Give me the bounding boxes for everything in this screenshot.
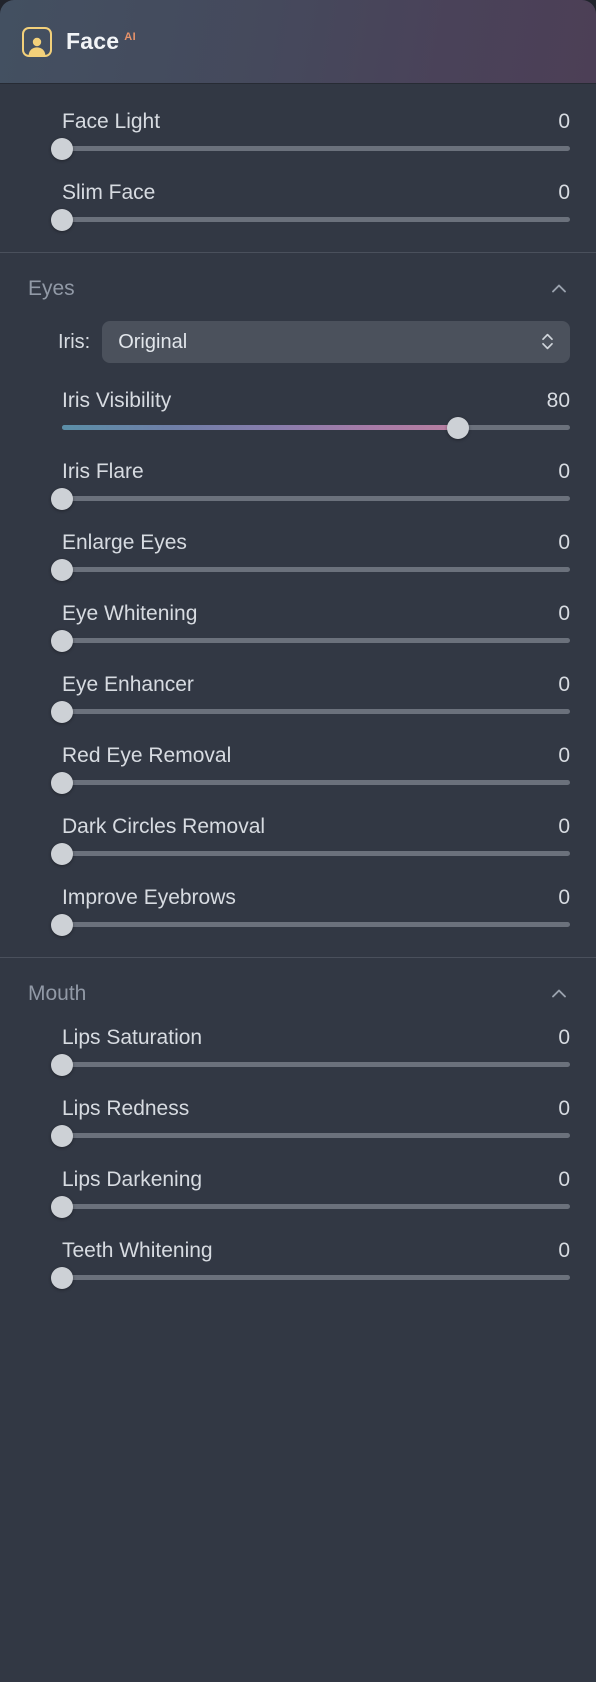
slider-label: Slim Face — [62, 181, 156, 204]
section-header-eyes[interactable]: Eyes — [0, 253, 596, 321]
face-edit-panel: Face AI Face Light 0 Slim Face 0 Eyes Ir… — [0, 0, 596, 1682]
page-title: Face AI — [66, 28, 136, 55]
slider-track[interactable] — [51, 700, 570, 723]
slider-thumb[interactable] — [51, 771, 73, 794]
slider-value: 0 — [558, 1168, 570, 1191]
chevron-up-icon[interactable] — [548, 983, 570, 1005]
iris-select[interactable]: Original — [102, 321, 570, 363]
slider-value: 80 — [546, 389, 570, 412]
slider-value: 0 — [558, 1026, 570, 1049]
slider-fill — [62, 425, 459, 430]
slider-track[interactable] — [51, 137, 570, 160]
slider-thumb[interactable] — [51, 208, 73, 231]
slider-value: 0 — [558, 1239, 570, 1262]
slider-value: 0 — [558, 460, 570, 483]
slider-row: Iris Flare 0 — [51, 460, 570, 531]
slider-row: Lips Darkening 0 — [51, 1168, 570, 1239]
slider-label: Lips Redness — [62, 1097, 190, 1120]
slider-thumb[interactable] — [51, 487, 73, 510]
slider-row: Lips Redness 0 — [51, 1097, 570, 1168]
iris-select-value: Original — [118, 330, 188, 353]
slider-label: Teeth Whitening — [62, 1239, 213, 1262]
slider-value: 0 — [558, 181, 570, 204]
face-portrait-icon — [22, 26, 52, 57]
slider-label: Lips Darkening — [62, 1168, 203, 1191]
slider-row: Eye Whitening 0 — [51, 602, 570, 673]
slider-thumb[interactable] — [51, 842, 73, 865]
slider-row: Lips Saturation 0 — [51, 1026, 570, 1097]
slider-track[interactable] — [51, 629, 570, 652]
slider-track[interactable] — [51, 208, 570, 231]
slider-row: Face Light 0 — [51, 110, 570, 181]
top-slider-group: Face Light 0 Slim Face 0 — [0, 84, 596, 252]
chevron-up-icon[interactable] — [548, 278, 570, 300]
slider-track[interactable] — [51, 1266, 570, 1289]
slider-row: Enlarge Eyes 0 — [51, 531, 570, 602]
section-title: Mouth — [28, 982, 87, 1005]
slider-track[interactable] — [62, 416, 570, 439]
slider-thumb[interactable] — [51, 1266, 73, 1289]
slider-track[interactable] — [51, 1053, 570, 1076]
slider-row: Eye Enhancer 0 — [51, 673, 570, 744]
slider-label: Iris Flare — [62, 460, 144, 483]
chevron-up-down-icon[interactable] — [540, 331, 556, 353]
slider-thumb[interactable] — [51, 700, 73, 723]
slider-thumb[interactable] — [51, 137, 73, 160]
slider-track[interactable] — [51, 1195, 570, 1218]
section-title: Eyes — [28, 277, 75, 300]
slider-value: 0 — [558, 110, 570, 133]
iris-dropdown-row: Iris: Original — [0, 321, 596, 389]
iris-label: Iris: — [58, 330, 91, 353]
panel-header: Face AI — [0, 0, 596, 84]
slider-thumb[interactable] — [51, 913, 73, 936]
slider-track[interactable] — [51, 487, 570, 510]
slider-track[interactable] — [51, 771, 570, 794]
slider-row: Slim Face 0 — [51, 181, 570, 252]
slider-row: Red Eye Removal 0 — [51, 744, 570, 815]
slider-value: 0 — [558, 1097, 570, 1120]
slider-label: Improve Eyebrows — [62, 886, 236, 909]
slider-label: Face Light — [62, 110, 161, 133]
slider-row: Teeth Whitening 0 — [51, 1239, 570, 1310]
slider-value: 0 — [558, 531, 570, 554]
slider-value: 0 — [558, 602, 570, 625]
page-title-text: Face — [66, 28, 120, 54]
slider-label: Lips Saturation — [62, 1026, 203, 1049]
slider-value: 0 — [558, 673, 570, 696]
slider-row: Iris Visibility 80 — [62, 389, 570, 460]
slider-thumb[interactable] — [51, 558, 73, 581]
slider-value: 0 — [558, 815, 570, 838]
slider-label: Red Eye Removal — [62, 744, 232, 767]
slider-track[interactable] — [51, 913, 570, 936]
slider-value: 0 — [558, 886, 570, 909]
slider-label: Iris Visibility — [62, 389, 172, 412]
slider-thumb[interactable] — [51, 1053, 73, 1076]
slider-thumb[interactable] — [447, 416, 470, 439]
section-header-mouth[interactable]: Mouth — [0, 958, 596, 1026]
slider-thumb[interactable] — [51, 1195, 73, 1218]
slider-label: Eye Whitening — [62, 602, 198, 625]
slider-label: Dark Circles Removal — [62, 815, 266, 838]
mouth-slider-group: Lips Saturation 0 Lips Redness 0 Lips Da… — [0, 1026, 596, 1310]
slider-label: Enlarge Eyes — [62, 531, 187, 554]
slider-row: Improve Eyebrows 0 — [51, 886, 570, 957]
slider-label: Eye Enhancer — [62, 673, 194, 696]
slider-track[interactable] — [51, 1124, 570, 1147]
slider-thumb[interactable] — [51, 1124, 73, 1147]
slider-track[interactable] — [51, 558, 570, 581]
slider-thumb[interactable] — [51, 629, 73, 652]
ai-badge: AI — [124, 31, 137, 44]
slider-row: Dark Circles Removal 0 — [51, 815, 570, 886]
slider-track[interactable] — [51, 842, 570, 865]
slider-value: 0 — [558, 744, 570, 767]
eyes-slider-group: Iris Visibility 80 Iris Flare 0 Enlarge … — [0, 389, 596, 957]
